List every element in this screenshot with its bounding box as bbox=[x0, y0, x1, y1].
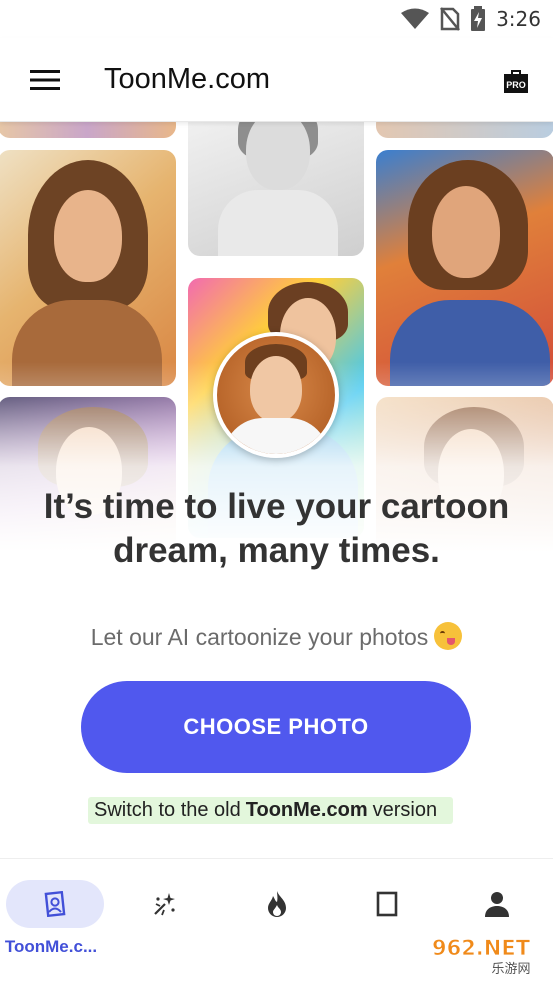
nav-pill-active bbox=[6, 880, 104, 928]
headline-line-2: dream, many times. bbox=[113, 531, 440, 570]
sample-tile-4 bbox=[0, 150, 176, 386]
no-sim-icon bbox=[440, 7, 461, 31]
sample-tile-6 bbox=[376, 150, 553, 386]
switch-brand: ToonMe.com bbox=[245, 799, 368, 821]
toonme-home-screen: 3:26 ToonMe.com PRO It’s time to live yo… bbox=[0, 0, 553, 983]
nav-item-trending[interactable] bbox=[228, 859, 326, 983]
sample-tile-1 bbox=[0, 122, 176, 138]
subtitle-text: Let our AI cartoonize your photos bbox=[90, 624, 429, 650]
sample-tile-3 bbox=[376, 122, 553, 138]
switch-suffix: version bbox=[372, 799, 438, 821]
hero-subtitle: Let our AI cartoonize your photos bbox=[0, 622, 553, 651]
wifi-icon bbox=[401, 8, 430, 29]
flame-icon bbox=[268, 891, 286, 917]
app-title: ToonMe.com bbox=[104, 63, 271, 95]
sample-avatar bbox=[213, 332, 339, 458]
switch-to-old-version-link[interactable]: Switch to the old ToonMe.com version bbox=[88, 797, 454, 824]
hamburger-menu-icon bbox=[30, 69, 60, 90]
frame-icon bbox=[376, 891, 398, 917]
hero-headline: It’s time to live your cartoon dream, ma… bbox=[0, 485, 553, 573]
nav-pill-frames bbox=[338, 880, 436, 928]
sparkles-icon bbox=[154, 893, 175, 916]
nav-pill-effects bbox=[116, 880, 214, 928]
winking-tongue-emoji-icon bbox=[434, 622, 463, 650]
watermark-text-bottom: 乐游网 bbox=[491, 962, 530, 977]
pro-badge-icon: PRO bbox=[504, 70, 528, 93]
profile-icon bbox=[485, 892, 509, 917]
nav-pill-profile bbox=[448, 880, 546, 928]
status-bar: 3:26 bbox=[0, 0, 553, 38]
sample-tile-2 bbox=[188, 122, 364, 256]
nav-pill-trending bbox=[228, 880, 326, 928]
nav-label-toonme: ToonMe.c... bbox=[4, 937, 98, 956]
choose-photo-button[interactable]: CHOOSE PHOTO bbox=[81, 681, 471, 773]
toonme-portrait-icon bbox=[44, 891, 66, 917]
battery-charging-icon bbox=[471, 6, 486, 31]
app-bar: ToonMe.com PRO bbox=[0, 38, 553, 122]
nav-item-toonme[interactable]: ToonMe.c... bbox=[4, 859, 104, 983]
nav-item-effects[interactable] bbox=[116, 859, 214, 983]
status-time: 3:26 bbox=[496, 7, 541, 31]
pro-button[interactable]: PRO bbox=[501, 66, 531, 101]
menu-button[interactable] bbox=[0, 38, 90, 122]
site-watermark: 962.NET 乐游网 bbox=[415, 933, 547, 977]
switch-prefix: Switch to the old bbox=[94, 799, 241, 821]
pro-badge-text: PRO bbox=[506, 80, 526, 90]
watermark-text-top: 962.NET bbox=[432, 936, 531, 960]
headline-line-1: It’s time to live your cartoon bbox=[43, 487, 510, 526]
